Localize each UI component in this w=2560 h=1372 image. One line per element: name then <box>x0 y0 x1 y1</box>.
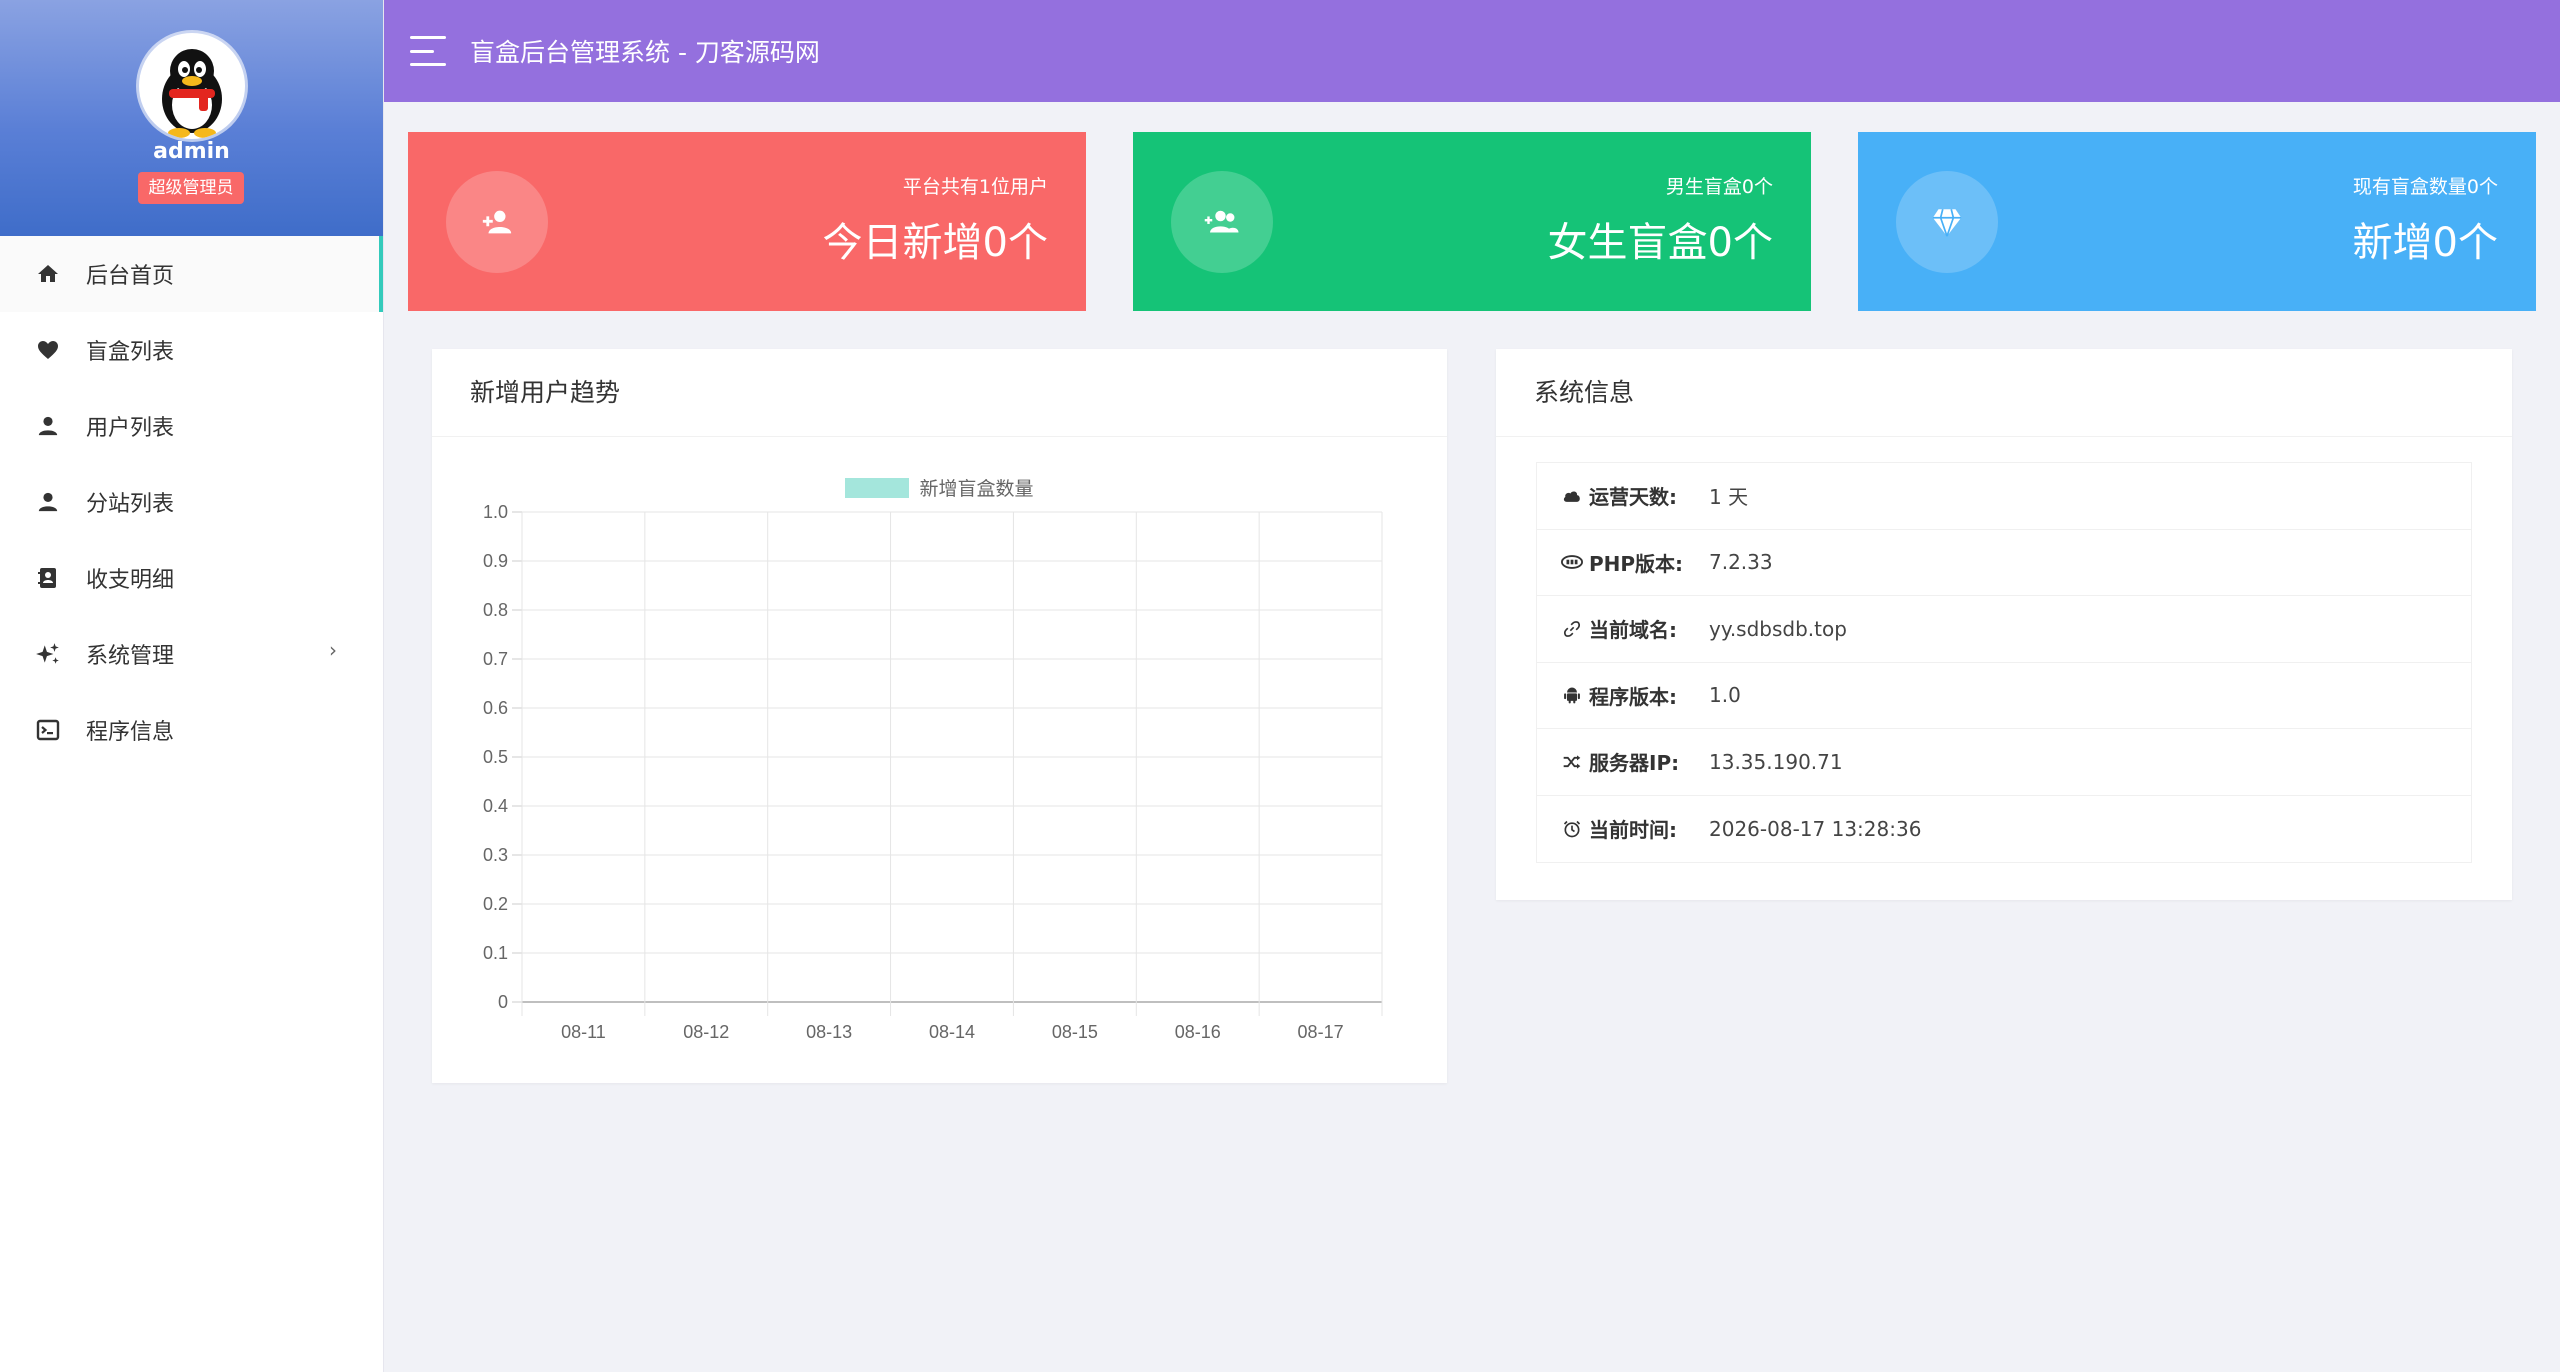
admin-name: admin <box>153 139 230 164</box>
sysinfo-label: 程序版本: <box>1589 684 1677 709</box>
sysinfo-label: 当前时间: <box>1589 818 1677 843</box>
stat-main-value: 女生盲盒0个 <box>1547 220 1773 266</box>
sidebar-item-program-info[interactable]: 程序信息 <box>0 692 383 768</box>
php-icon <box>1561 551 1583 573</box>
home-icon <box>34 260 62 288</box>
chevron-right-icon: › <box>329 638 337 662</box>
link-icon <box>1561 618 1583 640</box>
shuffle-icon <box>1561 751 1583 773</box>
y-tick-label: 0.3 <box>483 845 508 865</box>
y-tick-label: 0.8 <box>483 600 508 620</box>
heart-icon <box>34 336 62 364</box>
sidebar-item-blindbox-list[interactable]: 盲盒列表 <box>0 312 383 388</box>
user-icon <box>34 488 62 516</box>
stat-main-value: 新增0个 <box>2352 220 2498 266</box>
users-add-icon <box>1171 171 1273 273</box>
x-tick-label: 08-14 <box>929 1022 975 1042</box>
sidebar: admin 超级管理员 后台首页 盲盒列表 用户列表 分站列表 收支明细 系统管… <box>0 0 384 1372</box>
terminal-icon <box>34 716 62 744</box>
sidebar-item-home[interactable]: 后台首页 <box>0 236 383 312</box>
avatar[interactable] <box>139 33 245 139</box>
x-tick-label: 08-12 <box>683 1022 729 1042</box>
x-tick-label: 08-11 <box>561 1022 606 1042</box>
sysinfo-value: 13.35.190.71 <box>1709 749 1843 774</box>
sidebar-item-label: 后台首页 <box>86 264 175 289</box>
sysinfo-row-domain: 当前域名: yy.sdbsdb.top <box>1537 596 2471 663</box>
x-tick-label: 08-16 <box>1175 1022 1221 1042</box>
sysinfo-row-version: 程序版本: 1.0 <box>1537 663 2471 729</box>
sysinfo-value: 1 天 <box>1709 485 1749 510</box>
sysinfo-label: 运营天数: <box>1589 485 1677 510</box>
sidebar-item-label: 系统管理 <box>86 644 175 669</box>
sysinfo-row-days: 运营天数: 1 天 <box>1537 463 2471 530</box>
contact-book-icon <box>34 564 62 592</box>
y-tick-label: 0.5 <box>483 747 508 767</box>
y-tick-label: 0.1 <box>483 943 508 963</box>
user-icon <box>34 412 62 440</box>
sidebar-item-income-expense[interactable]: 收支明细 <box>0 540 383 616</box>
stat-sub-label: 男生盲盒0个 <box>1665 176 1773 198</box>
sysinfo-label: 服务器IP: <box>1589 751 1680 776</box>
sysinfo-row-php: PHP版本: 7.2.33 <box>1537 530 2471 596</box>
sysinfo-table: 运营天数: 1 天 PHP版本: 7.2.33 当前域名: yy.sdbsdb.… <box>1536 462 2472 863</box>
sysinfo-row-server-ip: 服务器IP: 13.35.190.71 <box>1537 729 2471 796</box>
y-tick-label: 0.9 <box>483 551 508 571</box>
sidebar-item-label: 盲盒列表 <box>86 340 175 365</box>
android-icon <box>1561 684 1583 706</box>
profile-header: admin 超级管理员 <box>0 0 383 236</box>
sidebar-item-label: 分站列表 <box>86 492 175 517</box>
sparkle-icon <box>34 640 62 668</box>
y-tick-label: 0 <box>498 992 508 1012</box>
y-tick-label: 0.2 <box>483 894 508 914</box>
stat-main-value: 今日新增0个 <box>822 220 1048 266</box>
chart-panel-title: 新增用户趋势 <box>432 349 1447 437</box>
stat-card-users: 平台共有1位用户 今日新增0个 <box>408 132 1086 311</box>
sidebar-item-substation-list[interactable]: 分站列表 <box>0 464 383 540</box>
stat-card-boxes-gender: 男生盲盒0个 女生盲盒0个 <box>1133 132 1811 311</box>
clock-icon <box>1561 818 1583 840</box>
sidebar-item-system-management[interactable]: 系统管理 › <box>0 616 383 692</box>
y-tick-label: 0.4 <box>483 796 508 816</box>
sysinfo-value: 1.0 <box>1709 683 1741 708</box>
role-badge: 超级管理员 <box>138 172 244 204</box>
stat-sub-label: 平台共有1位用户 <box>902 176 1048 198</box>
sidebar-item-user-list[interactable]: 用户列表 <box>0 388 383 464</box>
x-tick-label: 08-17 <box>1298 1022 1344 1042</box>
sidebar-item-label: 收支明细 <box>86 568 175 593</box>
page-title: 盲盒后台管理系统 - 刀客源码网 <box>470 38 820 67</box>
x-tick-label: 08-13 <box>806 1022 852 1042</box>
sysinfo-value: 7.2.33 <box>1709 550 1773 575</box>
penguin-avatar-icon <box>162 49 222 138</box>
sysinfo-value: 2026-08-17 13:28:36 <box>1709 816 1922 841</box>
sysinfo-value: yy.sdbsdb.top <box>1709 616 1847 641</box>
stat-card-box-count: 现有盲盒数量0个 新增0个 <box>1858 132 2536 311</box>
sysinfo-label: PHP版本: <box>1589 551 1684 576</box>
sidebar-item-label: 用户列表 <box>86 416 175 441</box>
user-plus-icon <box>446 171 548 273</box>
stat-sub-label: 现有盲盒数量0个 <box>2352 176 2498 198</box>
top-header: 盲盒后台管理系统 - 刀客源码网 <box>384 0 2560 102</box>
sidebar-nav: 后台首页 盲盒列表 用户列表 分站列表 收支明细 系统管理 › 程序信息 <box>0 236 383 768</box>
menu-toggle-icon[interactable] <box>410 36 446 66</box>
sysinfo-panel-title: 系统信息 <box>1496 349 2512 437</box>
cloud-icon <box>1561 485 1583 507</box>
y-tick-label: 1.0 <box>483 502 508 522</box>
y-tick-label: 0.6 <box>483 698 508 718</box>
sysinfo-label: 当前域名: <box>1589 618 1677 643</box>
y-tick-label: 0.7 <box>483 649 508 669</box>
trend-chart: 0 0.1 0.2 0.3 0.4 0.5 0.6 0.7 0.8 0.9 1.0 08-11 08-1… <box>483 502 1383 1042</box>
sidebar-item-label: 程序信息 <box>86 720 175 745</box>
sysinfo-row-time: 当前时间: 2026-08-17 13:28:36 <box>1537 796 2471 863</box>
x-tick-label: 08-15 <box>1052 1022 1098 1042</box>
diamond-icon <box>1896 171 1998 273</box>
